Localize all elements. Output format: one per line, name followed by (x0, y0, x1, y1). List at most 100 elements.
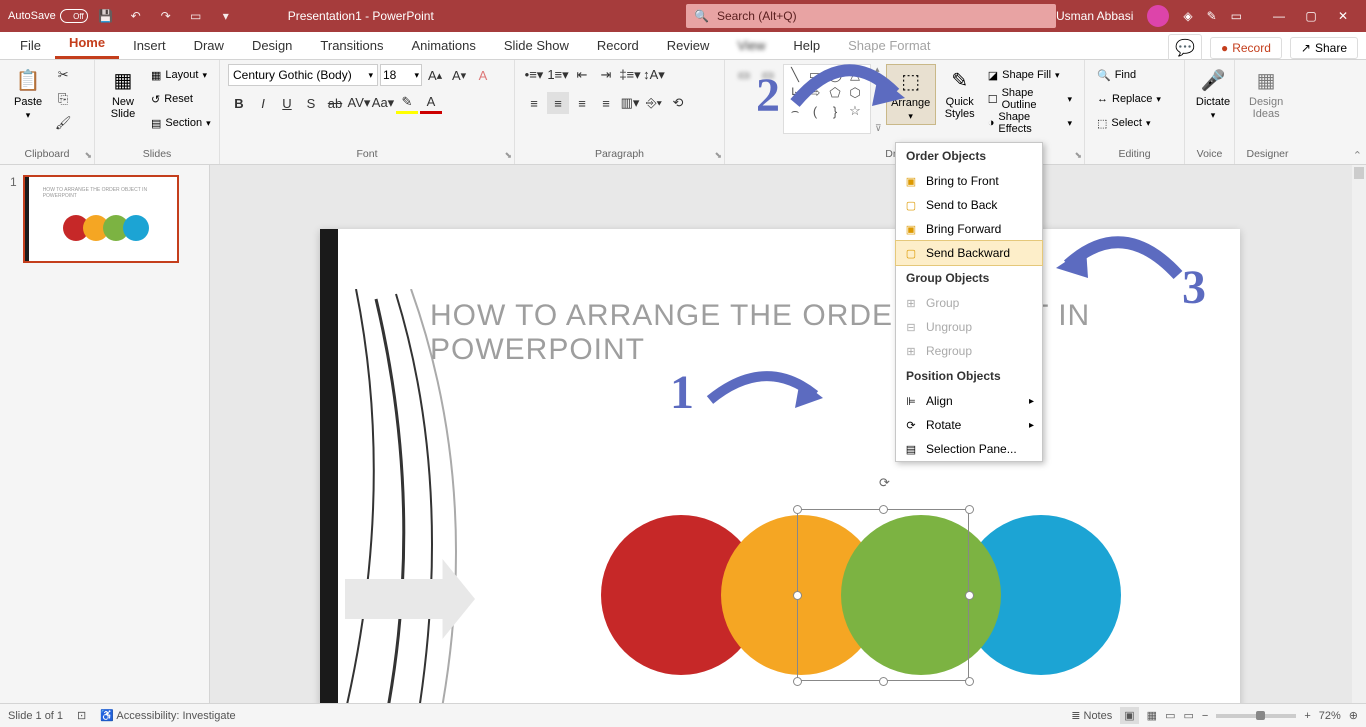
tab-view[interactable]: View (723, 32, 779, 59)
maximize-button[interactable]: ▢ (1296, 2, 1326, 30)
select-button[interactable]: ⬚Select▾ (1093, 112, 1165, 134)
bring-forward[interactable]: ▣Bring Forward (896, 217, 1042, 241)
tab-slideshow[interactable]: Slide Show (490, 32, 583, 59)
selection-pane-item[interactable]: ▤Selection Pane... (896, 437, 1042, 461)
tab-draw[interactable]: Draw (180, 32, 238, 59)
ribbon-display-icon[interactable]: ▭ (1231, 9, 1242, 23)
handle-ne[interactable] (965, 505, 974, 514)
slideshow-view-icon[interactable]: ▭ (1183, 709, 1193, 722)
char-spacing-icon[interactable]: AV▾ (348, 92, 370, 114)
paste-button[interactable]: 📋Paste▾ (8, 64, 48, 123)
increase-font-icon[interactable]: A▴ (424, 64, 446, 86)
new-slide-button[interactable]: ▦New Slide (103, 64, 143, 122)
spellcheck-icon[interactable]: ⊡ (77, 709, 86, 722)
fit-to-window-icon[interactable]: ⊕ (1349, 709, 1358, 722)
font-launcher-icon[interactable]: ⬊ (504, 150, 512, 161)
notes-button[interactable]: ≣ Notes (1071, 709, 1112, 722)
vertical-scrollbar[interactable] (1352, 165, 1366, 703)
align-text-icon[interactable]: ⎆▾ (643, 92, 665, 114)
zoom-in-icon[interactable]: + (1304, 710, 1310, 722)
handle-nw[interactable] (793, 505, 802, 514)
shape-effects-button[interactable]: ◑Shape Effects▾ (984, 112, 1076, 134)
slide-title[interactable]: HOW TO ARRANGE THE ORDER OBJECT IN POWER… (430, 299, 1240, 367)
tab-home[interactable]: Home (55, 29, 119, 59)
from-beginning-icon[interactable]: ▭ (184, 4, 208, 28)
accessibility-status[interactable]: ♿ Accessibility: Investigate (100, 709, 235, 722)
paragraph-launcher-icon[interactable]: ⬊ (714, 150, 722, 161)
avatar[interactable] (1147, 5, 1169, 27)
format-painter-icon[interactable]: 🖌 (52, 112, 74, 134)
font-size-select[interactable]: 18▾ (380, 64, 422, 86)
clear-formatting-icon[interactable]: A (472, 64, 494, 86)
shape-outline-button[interactable]: ☐Shape Outline▾ (984, 88, 1076, 110)
autosave-toggle[interactable]: AutoSave Off (8, 9, 88, 23)
send-backward[interactable]: ▢Send Backward (895, 240, 1043, 266)
justify-icon[interactable]: ≡ (595, 92, 617, 114)
design-ideas-button[interactable]: ▦Design Ideas (1243, 64, 1289, 122)
shadow-icon[interactable]: S (300, 92, 322, 114)
handle-w[interactable] (793, 591, 802, 600)
text-direction-icon[interactable]: ↕A▾ (643, 64, 665, 86)
tab-record[interactable]: Record (583, 32, 653, 59)
italic-icon[interactable]: I (252, 92, 274, 114)
user-name[interactable]: Usman Abbasi (1056, 9, 1133, 23)
align-right-icon[interactable]: ≡ (571, 92, 593, 114)
align-center-icon[interactable]: ≡ (547, 92, 569, 114)
undo-icon[interactable]: ↶ (124, 4, 148, 28)
underline-icon[interactable]: U (276, 92, 298, 114)
normal-view-icon[interactable]: ▣ (1120, 707, 1138, 724)
redo-icon[interactable]: ↷ (154, 4, 178, 28)
reading-view-icon[interactable]: ▭ (1165, 709, 1175, 722)
search-box[interactable]: 🔍 Search (Alt+Q) (686, 4, 1056, 28)
handle-se[interactable] (965, 677, 974, 686)
bold-icon[interactable]: B (228, 92, 250, 114)
rotate-item[interactable]: ⟳Rotate▸ (896, 413, 1042, 437)
list-level-icon[interactable]: ⇤ (571, 64, 593, 86)
collapse-ribbon-icon[interactable]: ⌃ (1353, 149, 1362, 162)
list-level2-icon[interactable]: ⇥ (595, 64, 617, 86)
zoom-level[interactable]: 72% (1319, 710, 1341, 722)
clipboard-launcher-icon[interactable]: ⬊ (84, 150, 92, 161)
change-case-icon[interactable]: Aa▾ (372, 92, 394, 114)
magic-icon[interactable]: ✎ (1207, 9, 1217, 23)
handle-e[interactable] (965, 591, 974, 600)
bullets-icon[interactable]: •≡▾ (523, 64, 545, 86)
find-button[interactable]: 🔍Find (1093, 64, 1165, 86)
tab-transitions[interactable]: Transitions (306, 32, 397, 59)
tab-design[interactable]: Design (238, 32, 306, 59)
numbering-icon[interactable]: 1≡▾ (547, 64, 569, 86)
replace-button[interactable]: ↔Replace▾ (1093, 88, 1165, 110)
tab-review[interactable]: Review (653, 32, 724, 59)
zoom-out-icon[interactable]: − (1202, 710, 1208, 722)
font-color-icon[interactable]: A (420, 92, 442, 114)
minimize-button[interactable]: — (1264, 2, 1294, 30)
rotate-handle-icon[interactable]: ⟳ (879, 475, 893, 489)
shape-fill-button[interactable]: ◪Shape Fill▾ (984, 64, 1076, 86)
zoom-slider[interactable] (1216, 714, 1296, 718)
record-button[interactable]: ●Record (1210, 37, 1282, 59)
strike-icon[interactable]: ab (324, 92, 346, 114)
line-spacing-icon[interactable]: ‡≡▾ (619, 64, 641, 86)
cut-icon[interactable]: ✂ (52, 64, 74, 86)
send-to-back[interactable]: ▢Send to Back (896, 193, 1042, 217)
decrease-font-icon[interactable]: A▾ (448, 64, 470, 86)
close-button[interactable]: ✕ (1328, 2, 1358, 30)
quick-styles-button[interactable]: ✎Quick Styles (940, 64, 980, 122)
thumb-slide-1[interactable]: HOW TO ARRANGE THE ORDER OBJECT IN POWER… (23, 175, 179, 263)
layout-button[interactable]: ▦Layout▾ (147, 64, 215, 86)
handle-s[interactable] (879, 677, 888, 686)
columns-icon[interactable]: ▥▾ (619, 92, 641, 114)
tab-insert[interactable]: Insert (119, 32, 180, 59)
highlight-icon[interactable]: ✎ (396, 92, 418, 114)
diamond-icon[interactable]: ◈ (1183, 9, 1192, 23)
font-family-select[interactable]: Century Gothic (Body)▾ (228, 64, 378, 86)
slide-counter[interactable]: Slide 1 of 1 (8, 710, 63, 722)
save-icon[interactable]: 💾 (94, 4, 118, 28)
section-button[interactable]: ▤Section▾ (147, 112, 215, 134)
smartart-icon[interactable]: ⟲ (667, 92, 689, 114)
comments-button[interactable]: 💬 (1168, 34, 1202, 62)
reset-button[interactable]: ↺Reset (147, 88, 215, 110)
slide-canvas[interactable]: HOW TO ARRANGE THE ORDER OBJECT IN POWER… (210, 165, 1366, 703)
bring-to-front[interactable]: ▣Bring to Front (896, 169, 1042, 193)
drawing-launcher-icon[interactable]: ⬊ (1074, 150, 1082, 161)
